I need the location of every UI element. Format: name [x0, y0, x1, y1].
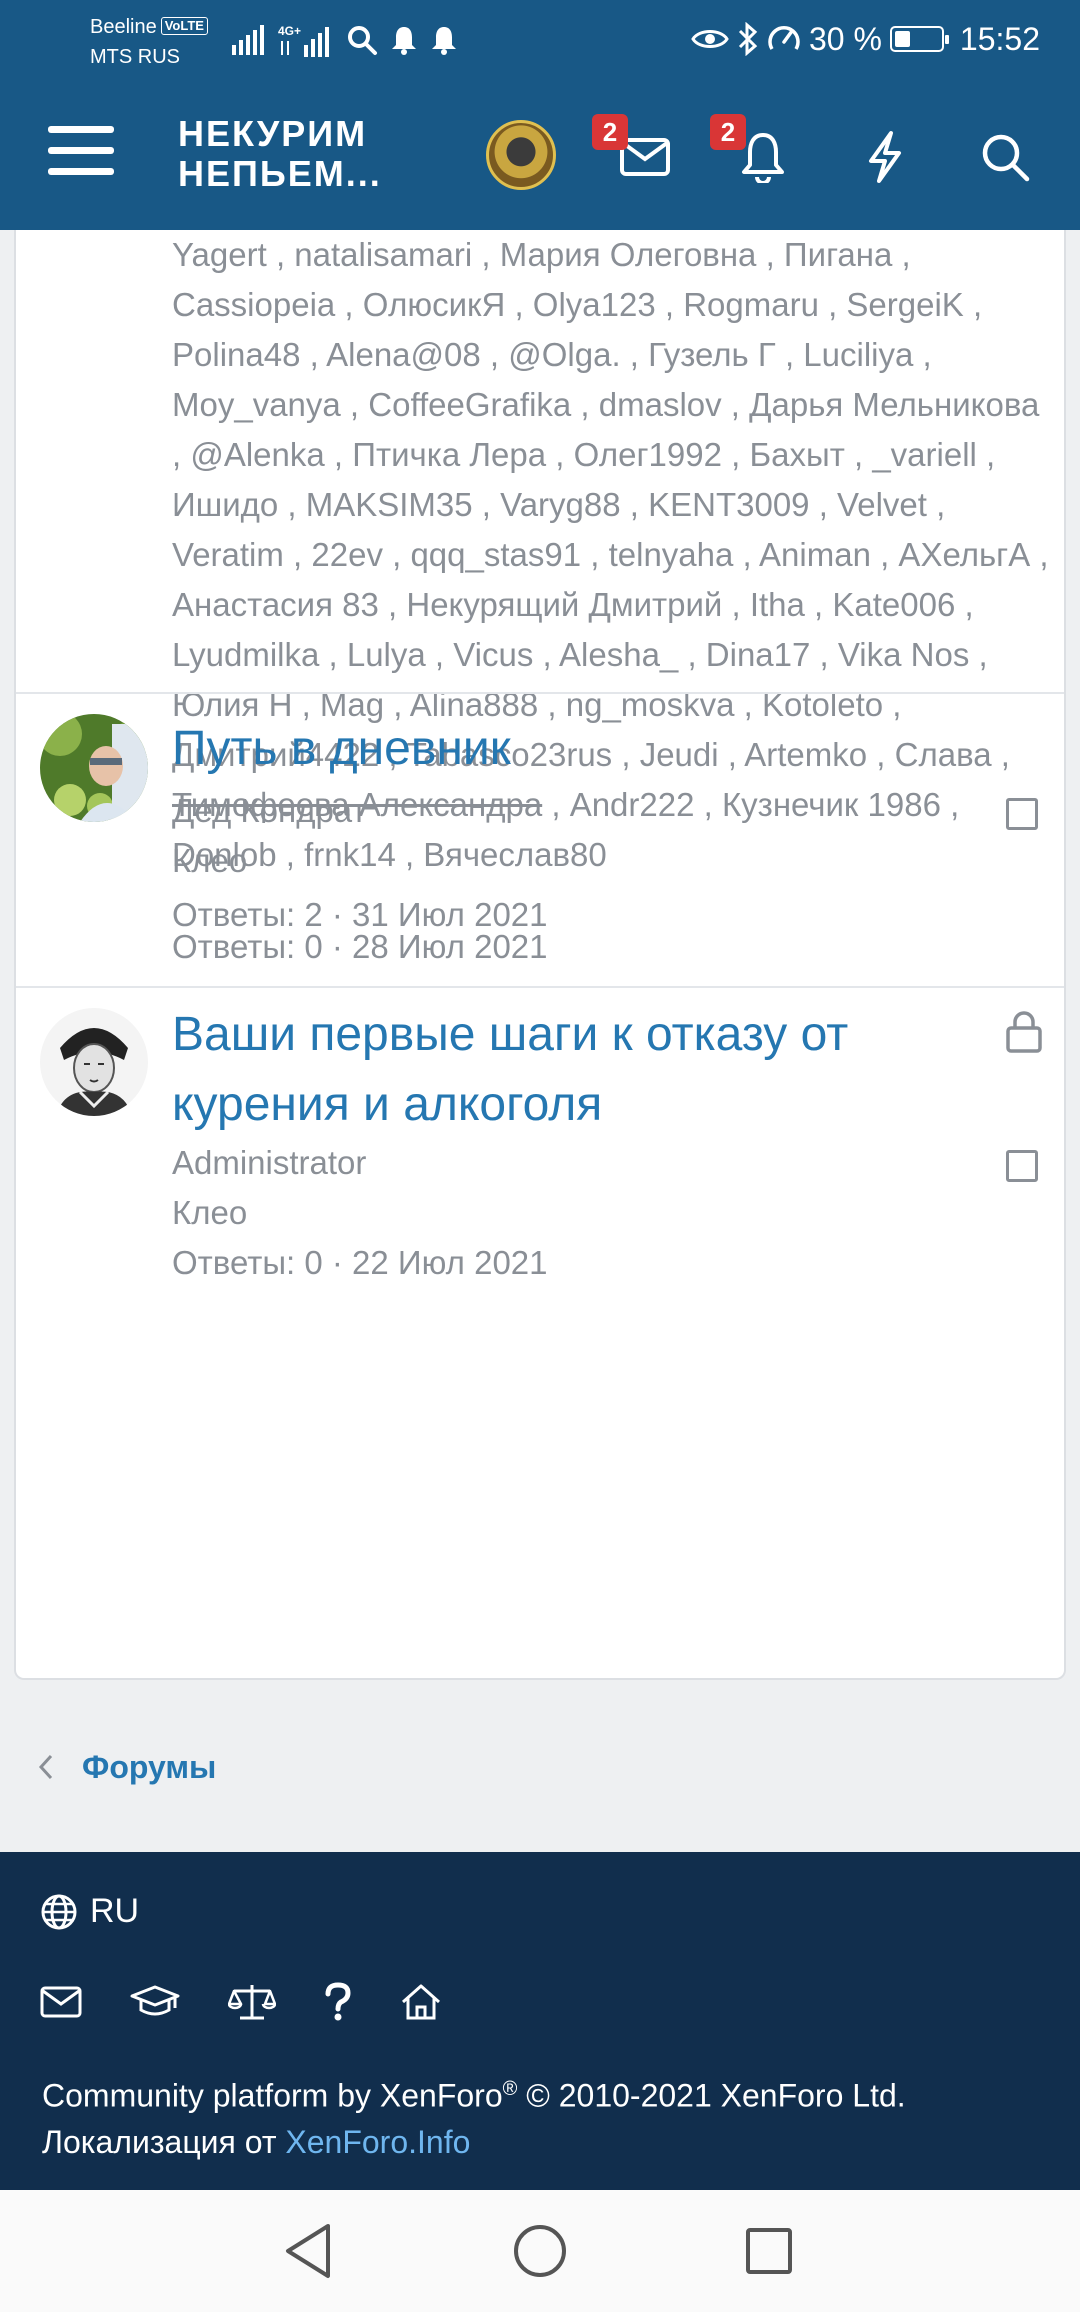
thread-select-checkbox[interactable] [1006, 1150, 1038, 1182]
search-button[interactable] [970, 122, 1040, 192]
chevron-left-icon [38, 1754, 53, 1780]
eye-icon [691, 30, 729, 48]
avatar-engraving-icon [40, 1008, 148, 1116]
thread-author[interactable]: Administrator [172, 1138, 366, 1188]
thread-forum[interactable]: Клео [172, 836, 247, 886]
menu-button[interactable] [48, 126, 114, 182]
bluetooth-icon [738, 22, 758, 56]
thread-meta: Ответы: 0 · 28 Июл 2021 [172, 928, 548, 965]
copyright: Community platform by XenForo® © 2010-20… [42, 2066, 906, 2165]
menu-bar-icon [48, 126, 114, 133]
volte-badge: VoLTE [160, 17, 208, 35]
signal-icon [232, 25, 264, 55]
app-header: НЕКУРИМ НЕПЬЕМ... 2 2 [0, 80, 1080, 230]
localization-line: Локализация от XenForo.Info [42, 2119, 906, 2165]
home-icon[interactable] [400, 1983, 442, 2021]
menu-bar-icon [48, 168, 114, 175]
thread-forum[interactable]: Клео [172, 1188, 247, 1238]
thread-title[interactable]: Ваши первые шаги к отказу от курения и а… [172, 1000, 992, 1140]
carrier-1: Beeline [90, 16, 157, 38]
copyright-suffix: © 2010-2021 XenForo Ltd. [517, 2077, 906, 2114]
localization-link[interactable]: XenForo.Info [285, 2124, 470, 2160]
battery-percent: 30 % [808, 20, 882, 57]
battery-icon [889, 26, 949, 52]
avatar-photo-icon [40, 714, 148, 822]
lock-icon [1006, 1011, 1042, 1053]
home-nav-icon[interactable] [507, 2218, 573, 2284]
messages-button[interactable]: 2 [592, 114, 680, 192]
svg-text:4G+: 4G+ [278, 24, 301, 38]
bell-icon [742, 133, 784, 183]
breadcrumb[interactable]: Форумы [38, 1742, 216, 1792]
breadcrumb-forums-link[interactable]: Форумы [82, 1749, 216, 1786]
alerts-badge: 2 [710, 114, 746, 150]
user-avatar-button[interactable] [486, 120, 556, 190]
site-footer: RU Community platform by XenForo® © 2010… [0, 1852, 1080, 2190]
language-label: RU [90, 1892, 140, 1930]
system-navigation-bar [0, 2190, 1080, 2312]
back-nav-icon[interactable] [276, 2218, 342, 2284]
globe-icon [41, 1894, 77, 1929]
signal-4g-icon: 4G+ [278, 24, 329, 57]
author-avatar[interactable] [40, 1008, 148, 1116]
status-bar: Beeline VoLTE MTS RUS 4G+ 30 % 15:52 [0, 0, 1080, 80]
thread-title[interactable]: Путь в дневник [172, 714, 992, 784]
carrier-2: MTS RUS [90, 46, 180, 68]
recents-nav-icon[interactable] [736, 2218, 802, 2284]
search-icon [982, 134, 1030, 182]
copyright-line: Community platform by XenForo® © 2010-20… [42, 2066, 906, 2119]
graduation-cap-icon[interactable] [130, 1984, 180, 2020]
author-avatar[interactable] [40, 714, 148, 822]
battery-fill [894, 31, 910, 47]
menu-bar-icon [48, 147, 114, 154]
lightning-icon [869, 131, 901, 183]
notification-bell-icon-2 [432, 27, 456, 55]
clock: 15:52 [959, 20, 1040, 57]
help-question-icon[interactable] [324, 1982, 352, 2022]
localization-prefix: Локализация от [42, 2123, 286, 2160]
thread-item[interactable]: Ваши первые шаги к отказу от курения и а… [16, 988, 1064, 1328]
scales-icon[interactable] [228, 1982, 276, 2022]
site-logo[interactable]: НЕКУРИМ НЕПЬЕМ... [178, 114, 408, 194]
speed-gauge-icon [768, 26, 800, 50]
thread-author[interactable]: Дед Кондрат [172, 786, 367, 836]
language-selector[interactable]: RU [40, 1892, 139, 1931]
contact-envelope-icon[interactable] [40, 1986, 82, 2018]
messages-badge: 2 [592, 114, 628, 150]
footer-links [40, 1978, 442, 2026]
copyright-prefix[interactable]: Community platform by XenForo [42, 2078, 503, 2114]
alerts-button[interactable]: 2 [710, 114, 798, 192]
logo-line-1: НЕКУРИМ [178, 113, 368, 154]
thread-select-checkbox[interactable] [1006, 798, 1038, 830]
registered-mark: ® [502, 2078, 518, 2100]
status-icons-left: 4G+ [232, 20, 458, 60]
notification-bell-icon [392, 27, 416, 55]
whats-new-button[interactable] [850, 122, 920, 192]
thread-meta: Ответы: 0 · 22 Июл 2021 [172, 1244, 548, 1281]
logo-line-2: НЕПЬЕМ... [178, 153, 382, 194]
carrier-info: Beeline VoLTE MTS RUS [90, 12, 208, 72]
search-status-icon [348, 26, 377, 55]
status-icons-right: 30 % 15:52 [691, 14, 1040, 64]
thread-item[interactable]: Путь в дневник Дед Кондрат Клео [16, 694, 1064, 892]
thread-list-card: Yagert , natalisamari , Мария Олеговна ,… [14, 230, 1066, 1680]
